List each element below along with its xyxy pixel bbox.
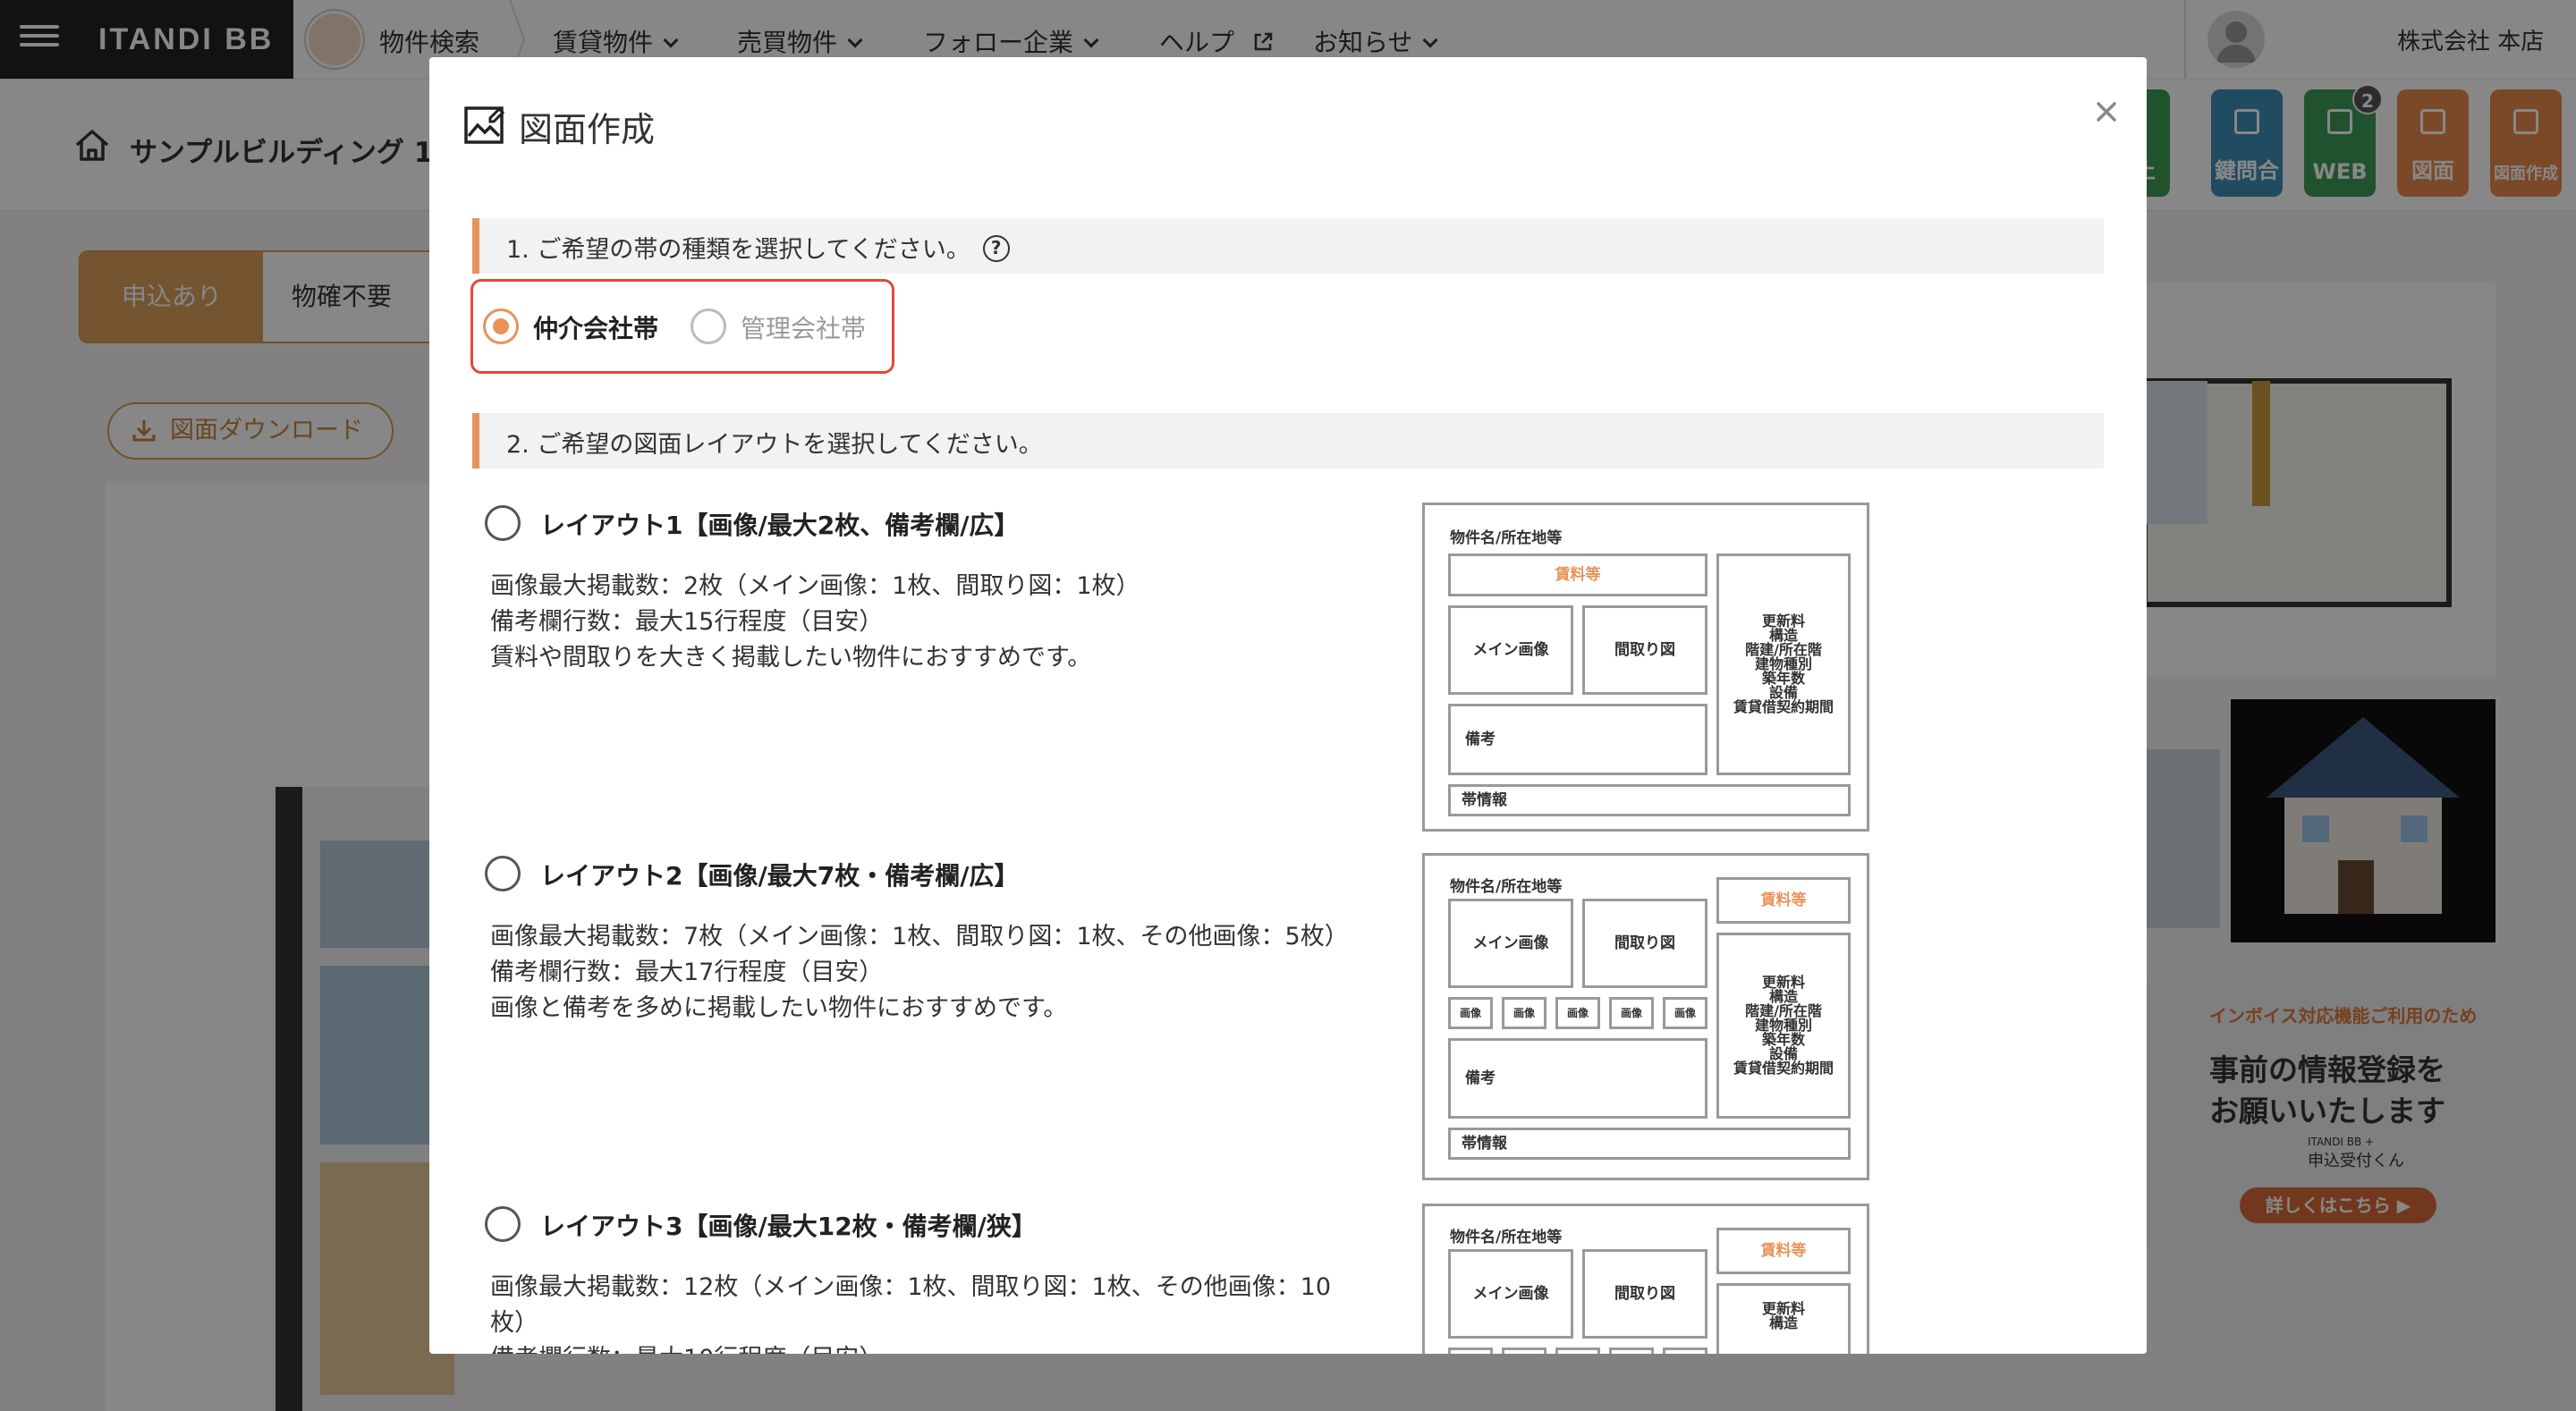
layout2-title[interactable]: レイアウト2【画像/最大7枚・備考欄/広】 [540,857,1019,892]
layout3-description: 画像最大掲載数：12枚（メイン画像：1枚、間取り図：1枚、その他画像：10枚）備… [490,1273,1332,1354]
section-layout-heading: 2. ご希望の図面レイアウトを選択してください。 [506,431,1043,459]
diagram-rent: 賃料等 [1716,877,1851,924]
diagram-image-cell [1609,1348,1654,1354]
image-edit-icon [464,106,505,144]
diagram-details: 更新料 構造 階建/所在階 建物種別 築年数 設備 賃貸借契約期間 [1716,553,1851,775]
diagram-image: 画像 [1448,997,1493,1029]
diagram-details: 更新料 構造 [1716,1283,1851,1354]
create-floorplan-modal: 図面作成 1. ご希望の帯の種類を選択してください。? 仲介会社帯 管理会社帯 … [429,57,2147,1354]
diagram-details: 更新料 構造 階建/所在階 建物種別 築年数 設備 賃貸借契約期間 [1716,933,1851,1119]
diagram-main-image: メイン画像 [1448,605,1573,695]
layout1-radio[interactable] [485,505,521,541]
diagram-image: 画像 [1555,997,1600,1029]
layout2-radio[interactable] [485,856,521,891]
diagram-main-image: メイン画像 [1448,899,1573,988]
layout3-diagram[interactable]: 物件名/所在地等 メイン画像 間取り図 賃料等 更新料 構造 [1422,1204,1869,1354]
diagram-floor-plan: 間取り図 [1582,1249,1707,1339]
diagram-rent: 賃料等 [1716,1228,1851,1274]
diagram-image-cell [1663,1348,1707,1354]
band-broker-radio[interactable] [483,308,519,344]
modal-title: 図面作成 [519,110,656,149]
close-icon[interactable] [2084,89,2129,134]
diagram-image: 画像 [1609,997,1654,1029]
diagram-image-cell [1555,1348,1600,1354]
diagram-image: 画像 [1502,997,1546,1029]
diagram-notes: 備考 [1448,704,1707,775]
diagram-main-image: メイン画像 [1448,1249,1573,1339]
diagram-header-label: 物件名/所在地等 [1450,529,1563,547]
band-manager-label[interactable]: 管理会社帯 [741,309,866,345]
layout3-radio[interactable] [485,1206,521,1242]
diagram-notes: 備考 [1448,1038,1707,1119]
layout1-description: 画像最大掲載数：2枚（メイン画像：1枚、間取り図：1枚） 備考欄行数：最大15行程… [490,572,1140,672]
layout2-description: 画像最大掲載数：7枚（メイン画像：1枚、間取り図：1枚、その他画像：5枚） 備考欄… [490,923,1349,1022]
diagram-image-cell [1502,1348,1546,1354]
diagram-rent: 賃料等 [1448,553,1707,596]
section-band-type-heading: 1. ご希望の帯の種類を選択してください。 [506,236,970,264]
diagram-floor-plan: 間取り図 [1582,899,1707,988]
diagram-band: 帯情報 [1448,784,1851,816]
band-manager-radio[interactable] [691,308,726,344]
help-icon[interactable]: ? [982,234,1010,262]
diagram-image: 画像 [1663,997,1707,1029]
diagram-image-cell [1448,1348,1493,1354]
section-layout: 2. ご希望の図面レイアウトを選択してください。 [472,413,2104,469]
layout3-title[interactable]: レイアウト3【画像/最大12枚・備考欄/狭】 [540,1207,1037,1243]
layout1-title[interactable]: レイアウト1【画像/最大2枚、備考欄/広】 [540,506,1019,542]
section-band-type: 1. ご希望の帯の種類を選択してください。? [472,218,2104,274]
diagram-header-label: 物件名/所在地等 [1450,878,1563,896]
diagram-header-label: 物件名/所在地等 [1450,1229,1563,1246]
layout1-diagram[interactable]: 物件名/所在地等 賃料等 更新料 構造 階建/所在階 建物種別 築年数 設備 賃… [1422,503,1869,832]
band-broker-label[interactable]: 仲介会社帯 [533,309,658,345]
diagram-floor-plan: 間取り図 [1582,605,1707,695]
diagram-band: 帯情報 [1448,1128,1851,1160]
layout2-diagram[interactable]: 物件名/所在地等 メイン画像 間取り図 賃料等 更新料 構造 階建/所在階 建物… [1422,853,1869,1180]
